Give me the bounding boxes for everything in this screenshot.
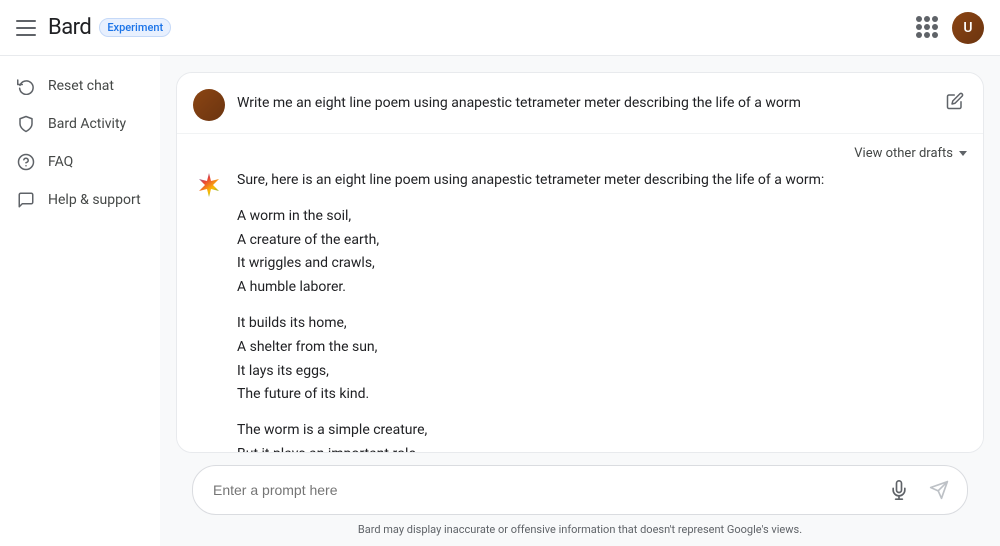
- hamburger-icon[interactable]: [16, 16, 40, 40]
- bard-logo: Bard: [48, 15, 91, 40]
- help-circle-icon: [16, 152, 36, 172]
- avatar-image: U: [952, 12, 984, 44]
- content-area: Write me an eight line poem using anapes…: [160, 56, 1000, 546]
- apps-icon[interactable]: [916, 16, 940, 40]
- poem-stanza-1: A worm in the soil, A creature of the ea…: [237, 205, 967, 300]
- view-other-drafts-button[interactable]: View other drafts: [854, 146, 967, 161]
- bard-message-content: Sure, here is an eight line poem using a…: [193, 169, 967, 453]
- footer-disclaimer: Bard may display inaccurate or offensive…: [176, 515, 984, 546]
- input-area: [176, 453, 984, 515]
- chevron-down-icon: [959, 151, 967, 156]
- user-message-row: Write me an eight line poem using anapes…: [177, 73, 983, 134]
- experiment-badge: Experiment: [99, 18, 171, 37]
- microphone-icon[interactable]: [883, 474, 915, 506]
- bard-spark-icon: [193, 169, 225, 201]
- prompt-input[interactable]: [213, 482, 875, 498]
- sidebar-item-bard-activity[interactable]: Bard Activity: [0, 106, 160, 142]
- main-layout: Reset chat Bard Activity FAQ: [0, 56, 1000, 546]
- sidebar-item-bard-activity-label: Bard Activity: [48, 116, 126, 132]
- topbar-right: U: [916, 12, 984, 44]
- refresh-icon: [16, 76, 36, 96]
- sidebar-item-faq-label: FAQ: [48, 154, 73, 170]
- sidebar-item-reset-chat[interactable]: Reset chat: [0, 68, 160, 104]
- sidebar-item-help-support-label: Help & support: [48, 192, 141, 208]
- topbar: Bard Experiment U: [0, 0, 1000, 56]
- poem-stanza-3: The worm is a simple creature, But it pl…: [237, 419, 967, 453]
- sidebar-item-reset-chat-label: Reset chat: [48, 78, 114, 94]
- user-message-text: Write me an eight line poem using anapes…: [237, 89, 931, 114]
- send-icon[interactable]: [923, 474, 955, 506]
- shield-icon: [16, 114, 36, 134]
- sidebar: Reset chat Bard Activity FAQ: [0, 56, 160, 546]
- topbar-left: Bard Experiment: [16, 15, 916, 40]
- view-drafts-label: View other drafts: [854, 146, 953, 161]
- chat-container: Write me an eight line poem using anapes…: [176, 72, 984, 453]
- edit-icon[interactable]: [943, 89, 967, 113]
- poem-stanza-2: It builds its home, A shelter from the s…: [237, 312, 967, 407]
- sidebar-item-faq[interactable]: FAQ: [0, 144, 160, 180]
- avatar[interactable]: U: [952, 12, 984, 44]
- drafts-bar: View other drafts: [193, 146, 967, 169]
- bard-text: Sure, here is an eight line poem using a…: [237, 169, 967, 453]
- bard-intro: Sure, here is an eight line poem using a…: [237, 169, 967, 193]
- sidebar-item-help-support[interactable]: Help & support: [0, 182, 160, 218]
- user-avatar: [193, 89, 225, 121]
- message-icon: [16, 190, 36, 210]
- bard-response-row: View other drafts: [177, 134, 983, 453]
- input-wrapper: [192, 465, 968, 515]
